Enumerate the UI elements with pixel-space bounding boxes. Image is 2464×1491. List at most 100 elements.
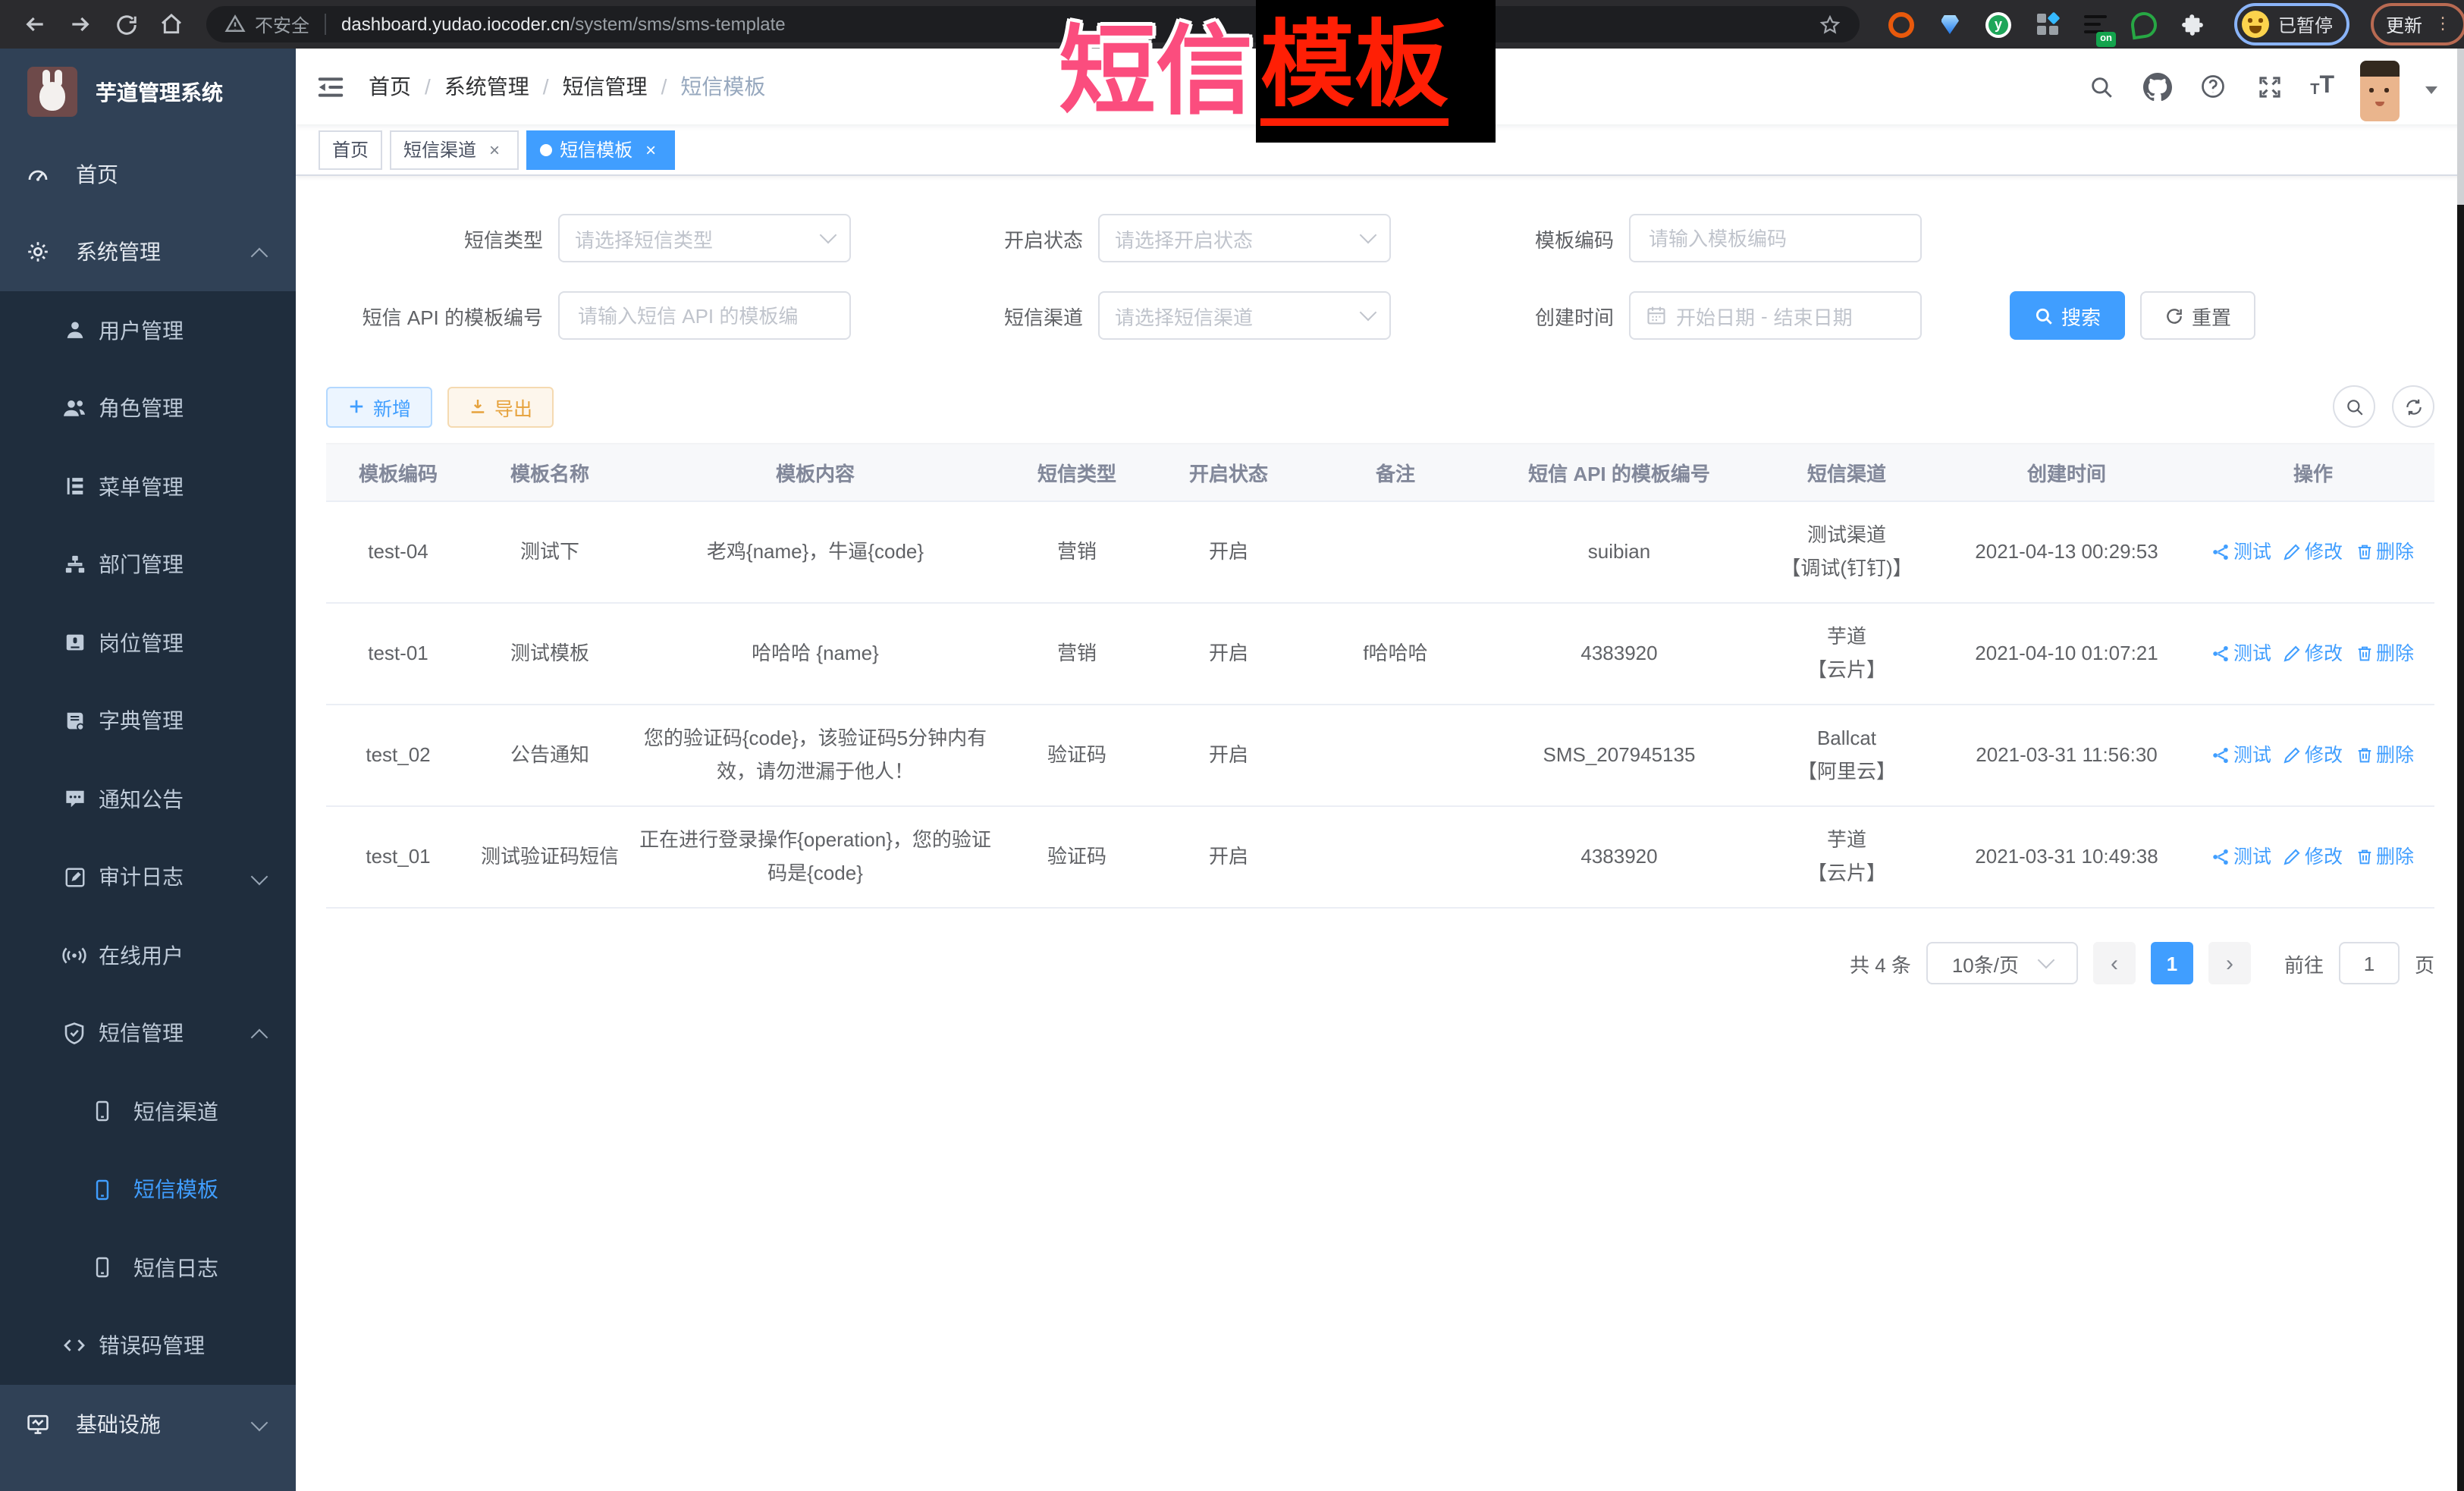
extension-y-icon[interactable]: y	[1984, 10, 2013, 39]
extension-magnifier-icon[interactable]	[2130, 10, 2158, 39]
reset-button[interactable]: 重置	[2140, 291, 2255, 340]
sidebar-collapse-icon[interactable]	[296, 49, 366, 124]
delete-link[interactable]: 删除	[2355, 637, 2414, 670]
next-page-button[interactable]: ›	[2208, 942, 2251, 984]
api-template-id-input[interactable]	[575, 303, 834, 328]
browser-url-bar[interactable]: 不安全 dashboard.yudao.iocoder.cn/system/sm…	[206, 6, 1860, 42]
trash-icon	[2355, 746, 2373, 764]
app-logo	[27, 67, 77, 117]
tag-sms-channel[interactable]: 短信渠道 ×	[390, 130, 519, 169]
add-button[interactable]: 新增	[326, 386, 432, 427]
sidebar-item-sms-template[interactable]: 短信模板	[0, 1150, 296, 1229]
profile-avatar-emoji	[2242, 11, 2269, 38]
test-link[interactable]: 测试	[2212, 637, 2271, 670]
book-icon	[62, 709, 86, 733]
chevron-down-icon	[1360, 227, 1377, 244]
template-code-input[interactable]	[1646, 225, 1905, 251]
pen-icon	[2284, 848, 2302, 866]
current-page[interactable]: 1	[2151, 942, 2193, 984]
delete-link[interactable]: 删除	[2355, 840, 2414, 874]
create-time-range-picker[interactable]: 开始日期 - 结束日期	[1629, 291, 1922, 340]
table-header-row: 模板编码 模板名称 模板内容 短信类型 开启状态 备注 短信 API 的模板编号…	[326, 444, 2434, 501]
refresh-table-button[interactable]	[2392, 385, 2434, 428]
sidebar-item-sms-channel[interactable]: 短信渠道	[0, 1072, 296, 1150]
breadcrumb-home[interactable]: 首页	[369, 71, 411, 102]
channel-select[interactable]: 请选择短信渠道	[1098, 291, 1391, 340]
test-link[interactable]: 测试	[2212, 739, 2271, 772]
edit-link[interactable]: 修改	[2284, 637, 2343, 670]
sidebar-item-users[interactable]: 用户管理	[0, 291, 296, 369]
sidebar-item-notices[interactable]: 通知公告	[0, 760, 296, 838]
help-icon[interactable]	[2198, 71, 2228, 102]
header-search-icon[interactable]	[2086, 71, 2116, 102]
fullscreen-icon[interactable]	[2254, 71, 2284, 102]
menu-tree-icon	[62, 475, 86, 499]
share-icon	[2212, 848, 2230, 866]
browser-profile-button[interactable]: 已暂停	[2234, 3, 2349, 46]
page-size-select[interactable]: 10条/页	[1926, 942, 2078, 984]
sidebar-item-posts[interactable]: 岗位管理	[0, 604, 296, 682]
github-icon[interactable]	[2142, 71, 2172, 102]
status-label: 开启状态	[907, 224, 1098, 253]
test-link[interactable]: 测试	[2212, 840, 2271, 874]
profile-status-label: 已暂停	[2278, 11, 2333, 37]
sidebar-item-infrastructure[interactable]: 基础设施	[0, 1385, 296, 1463]
update-label: 更新	[2386, 11, 2422, 37]
sidebar-item-online-users[interactable]: 在线用户	[0, 916, 296, 994]
sidebar-item-departments[interactable]: 部门管理	[0, 526, 296, 604]
browser-reload-icon[interactable]	[106, 5, 146, 44]
extension-grid-icon[interactable]	[2032, 10, 2061, 39]
goto-label: 前往	[2284, 949, 2324, 978]
breadcrumb: 首页 / 系统管理 / 短信管理 / 短信模板	[369, 71, 765, 102]
sidebar-item-dictionary[interactable]: 字典管理	[0, 682, 296, 760]
sidebar-item-roles[interactable]: 角色管理	[0, 369, 296, 447]
tag-sms-template[interactable]: 短信模板 ×	[526, 130, 675, 169]
edit-link[interactable]: 修改	[2284, 535, 2343, 569]
browser-forward-icon[interactable]	[61, 5, 100, 44]
delete-link[interactable]: 删除	[2355, 739, 2414, 772]
extensions-puzzle-icon[interactable]	[2178, 10, 2207, 39]
user-avatar[interactable]	[2360, 61, 2400, 121]
test-link[interactable]: 测试	[2212, 535, 2271, 569]
sms-type-select[interactable]: 请选择短信类型	[558, 214, 851, 262]
status-select[interactable]: 请选择开启状态	[1098, 214, 1391, 262]
browser-back-icon[interactable]	[15, 5, 55, 44]
close-icon[interactable]: ×	[484, 139, 505, 160]
scrollbar-thumb[interactable]	[2457, 49, 2464, 205]
avatar-caret-icon[interactable]	[2425, 86, 2437, 93]
sidebar-item-system[interactable]: 系统管理	[0, 213, 296, 291]
browser-update-menu-button[interactable]: 更新 ⋮	[2371, 3, 2464, 46]
top-navbar: 首页 / 系统管理 / 短信管理 / 短信模板 TT	[296, 49, 2464, 124]
download-icon	[469, 397, 487, 416]
edit-link[interactable]: 修改	[2284, 840, 2343, 874]
delete-link[interactable]: 删除	[2355, 535, 2414, 569]
sidebar-item-home[interactable]: 首页	[0, 135, 296, 213]
app-logo-row[interactable]: 芋道管理系统	[0, 49, 296, 135]
close-icon[interactable]: ×	[640, 139, 661, 160]
extension-list-icon[interactable]: on	[2081, 10, 2110, 39]
breadcrumb-system[interactable]: 系统管理	[444, 71, 529, 102]
pen-icon	[2284, 543, 2302, 561]
bookmark-star-icon[interactable]	[1819, 13, 1841, 36]
sidebar-item-menus[interactable]: 菜单管理	[0, 447, 296, 526]
extension-orange-icon[interactable]	[1887, 10, 1916, 39]
security-warning-icon	[224, 14, 246, 35]
breadcrumb-sms[interactable]: 短信管理	[563, 71, 648, 102]
sidebar-item-audit-log[interactable]: 审计日志	[0, 838, 296, 916]
browser-home-icon[interactable]	[152, 5, 191, 44]
extension-gem-icon[interactable]	[1935, 10, 1964, 39]
sidebar-item-sms[interactable]: 短信管理	[0, 994, 296, 1072]
font-size-icon[interactable]: TT	[2310, 74, 2334, 99]
search-button[interactable]: 搜索	[2010, 291, 2125, 340]
chevron-down-icon	[2038, 952, 2055, 969]
chevron-down-icon	[820, 227, 837, 244]
tag-home[interactable]: 首页	[319, 130, 382, 169]
export-button[interactable]: 导出	[447, 386, 554, 427]
sidebar-item-error-codes[interactable]: 错误码管理	[0, 1307, 296, 1385]
sidebar-item-sms-log[interactable]: 短信日志	[0, 1229, 296, 1307]
toggle-search-button[interactable]	[2333, 385, 2375, 428]
url-divider	[325, 14, 326, 35]
edit-link[interactable]: 修改	[2284, 739, 2343, 772]
goto-page-input[interactable]	[2339, 942, 2400, 984]
prev-page-button[interactable]: ‹	[2093, 942, 2136, 984]
